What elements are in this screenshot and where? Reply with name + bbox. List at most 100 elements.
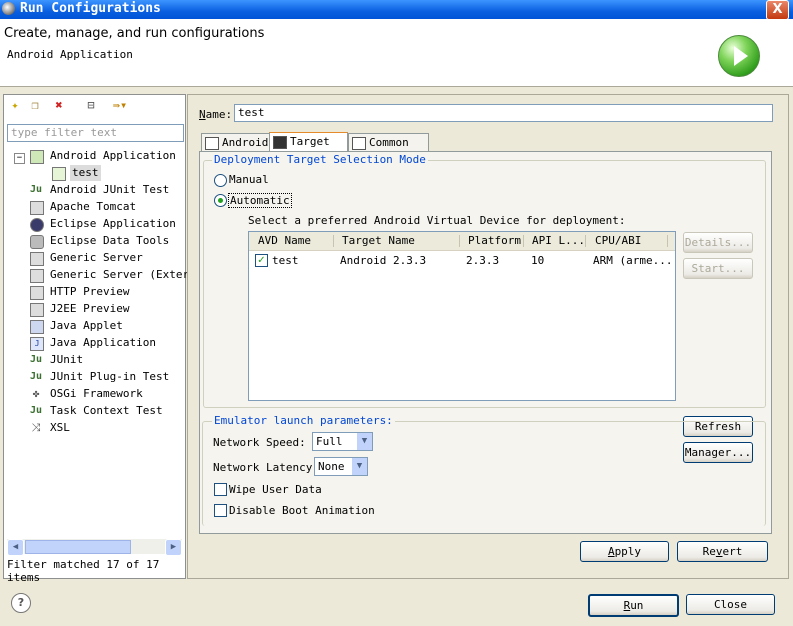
network-speed-select[interactable]: Full ▼ [312, 432, 373, 451]
tree-item-eclipse-application[interactable]: Eclipse Application [30, 216, 176, 232]
common-tab-icon [352, 137, 366, 150]
dialog-header: Create, manage, and run configurations A… [0, 19, 793, 87]
server-icon [30, 286, 44, 300]
col-avd-name[interactable]: AVD Name [258, 234, 311, 247]
disable-boot-animation-label: Disable Boot Animation [229, 504, 375, 517]
tree-item-osgi-framework[interactable]: ✤ OSGi Framework [33, 386, 143, 402]
col-platform[interactable]: Platform [468, 234, 521, 247]
tree-item-java-applet[interactable]: Java Applet [30, 318, 123, 334]
tree-item-generic-server[interactable]: Generic Server [30, 250, 143, 266]
osgi-icon: ✤ [32, 387, 40, 400]
chevron-down-icon: ▼ [352, 458, 367, 475]
header-subtitle: Android Application [7, 48, 133, 61]
start-button[interactable]: Start... [683, 258, 753, 279]
tree-item-task-context-test[interactable]: Ju Task Context Test [30, 403, 163, 419]
filter-icon[interactable]: ⇛▾ [108, 98, 132, 112]
chevron-down-icon: ▼ [357, 433, 372, 450]
close-button[interactable]: Close [686, 594, 775, 615]
tree-expander-icon[interactable]: − [14, 149, 25, 165]
select-avd-text: Select a preferred Android Virtual Devic… [248, 214, 626, 227]
junit-icon: Ju [30, 371, 43, 382]
server-icon [30, 269, 44, 283]
avd-row-target[interactable]: Android 2.3.3 [340, 254, 426, 267]
eclipse-icon [30, 218, 44, 232]
tree-item-eclipse-data-tools[interactable]: Eclipse Data Tools [30, 233, 169, 249]
new-config-icon[interactable]: ✦ [8, 98, 22, 112]
automatic-radio[interactable] [214, 194, 227, 207]
network-latency-label: Network Latency: [213, 461, 319, 474]
database-icon [30, 235, 44, 249]
avd-row-checkbox[interactable]: ✓ [255, 254, 268, 267]
xsl-icon: ⤨ [31, 421, 41, 434]
junit-icon: Ju [30, 354, 43, 365]
run-button[interactable]: Run [588, 594, 679, 617]
emulator-params-label: Emulator launch parameters: [212, 414, 395, 427]
eclipse-app-icon [2, 2, 15, 15]
applet-icon [30, 320, 44, 334]
wipe-user-data-label: Wipe User Data [229, 483, 322, 496]
apply-button[interactable]: Apply [580, 541, 669, 562]
tree-item-android-application[interactable]: Android Application [30, 148, 176, 164]
collapse-all-icon[interactable]: ⊟ [84, 98, 98, 112]
avd-table-header: AVD Name Target Name Platform API L... C… [249, 232, 675, 251]
revert-button[interactable]: Revert [677, 541, 768, 562]
target-tab-icon [273, 136, 287, 149]
avd-row-api[interactable]: 10 [531, 254, 544, 267]
android-tab-icon [205, 137, 219, 150]
avd-row-name[interactable]: test [272, 254, 299, 267]
header-title: Create, manage, and run configurations [4, 26, 265, 41]
server-icon [30, 201, 44, 215]
wipe-user-data-checkbox[interactable] [214, 483, 227, 496]
manual-label: Manual [229, 173, 269, 186]
scroll-right-icon[interactable]: ▶ [165, 539, 182, 556]
junit-icon: Ju [30, 405, 43, 416]
filter-input[interactable]: type filter text [7, 124, 184, 142]
col-cpu-abi[interactable]: CPU/ABI [595, 234, 641, 247]
tree-horizontal-scrollbar[interactable]: ◀ ▶ [7, 539, 182, 556]
avd-table[interactable]: AVD Name Target Name Platform API L... C… [248, 231, 676, 401]
run-banner-icon [718, 35, 760, 77]
tree-item-android-junit-test[interactable]: Ju Android JUnit Test [30, 182, 169, 198]
tree-item-xsl[interactable]: ⤨ XSL [32, 420, 70, 436]
duplicate-icon[interactable]: ❐ [28, 98, 42, 112]
tab-common[interactable]: Common [348, 133, 429, 152]
delete-icon[interactable]: ✖ [52, 98, 66, 112]
name-input[interactable]: test [234, 104, 773, 122]
manual-radio[interactable] [214, 174, 227, 187]
tab-target[interactable]: Target [269, 132, 348, 153]
tree-item-j2ee-preview[interactable]: J2EE Preview [30, 301, 129, 317]
disable-boot-animation-checkbox[interactable] [214, 504, 227, 517]
avd-row-cpu[interactable]: ARM (arme... [593, 254, 672, 267]
col-target-name[interactable]: Target Name [342, 234, 415, 247]
java-app-icon: J [30, 337, 44, 351]
automatic-label: Automatic [228, 193, 292, 208]
name-label: Name: [199, 108, 233, 121]
details-button[interactable]: Details... [683, 232, 753, 253]
configuration-tree-pane: ✦ ❐ ✖ ⊟ ⇛▾ type filter text − Android Ap… [3, 94, 202, 584]
tab-android[interactable]: Android [201, 133, 270, 152]
window-title: Run Configurations [20, 1, 161, 16]
scroll-thumb[interactable] [25, 540, 131, 554]
junit-icon: Ju [30, 184, 43, 195]
avd-row-platform[interactable]: 2.3.3 [466, 254, 499, 267]
android-app-icon [30, 150, 44, 164]
tree-item-generic-server-external[interactable]: Generic Server (Externa [30, 267, 202, 283]
title-bar: Run Configurations X [0, 0, 793, 20]
deployment-mode-label: Deployment Target Selection Mode [212, 153, 428, 166]
server-icon [30, 303, 44, 317]
tree-item-test[interactable]: test [52, 165, 101, 181]
scroll-left-icon[interactable]: ◀ [7, 539, 24, 556]
network-latency-select[interactable]: None ▼ [314, 457, 368, 476]
tree-item-junit[interactable]: Ju JUnit [30, 352, 83, 368]
configuration-editor-pane: Name: test Android Target Common Deploym… [187, 94, 789, 579]
filter-status: Filter matched 17 of 17 items [7, 558, 160, 584]
help-icon[interactable]: ? [11, 593, 31, 613]
tree-item-junit-plugin-test[interactable]: Ju JUnit Plug-in Test [30, 369, 169, 385]
tree-item-http-preview[interactable]: HTTP Preview [30, 284, 129, 300]
tree-item-java-application[interactable]: J Java Application [30, 335, 156, 351]
network-speed-label: Network Speed: [213, 436, 306, 449]
col-api-level[interactable]: API L... [532, 234, 585, 247]
tree-item-apache-tomcat[interactable]: Apache Tomcat [30, 199, 136, 215]
window-close-button[interactable]: X [766, 0, 789, 20]
server-icon [30, 252, 44, 266]
